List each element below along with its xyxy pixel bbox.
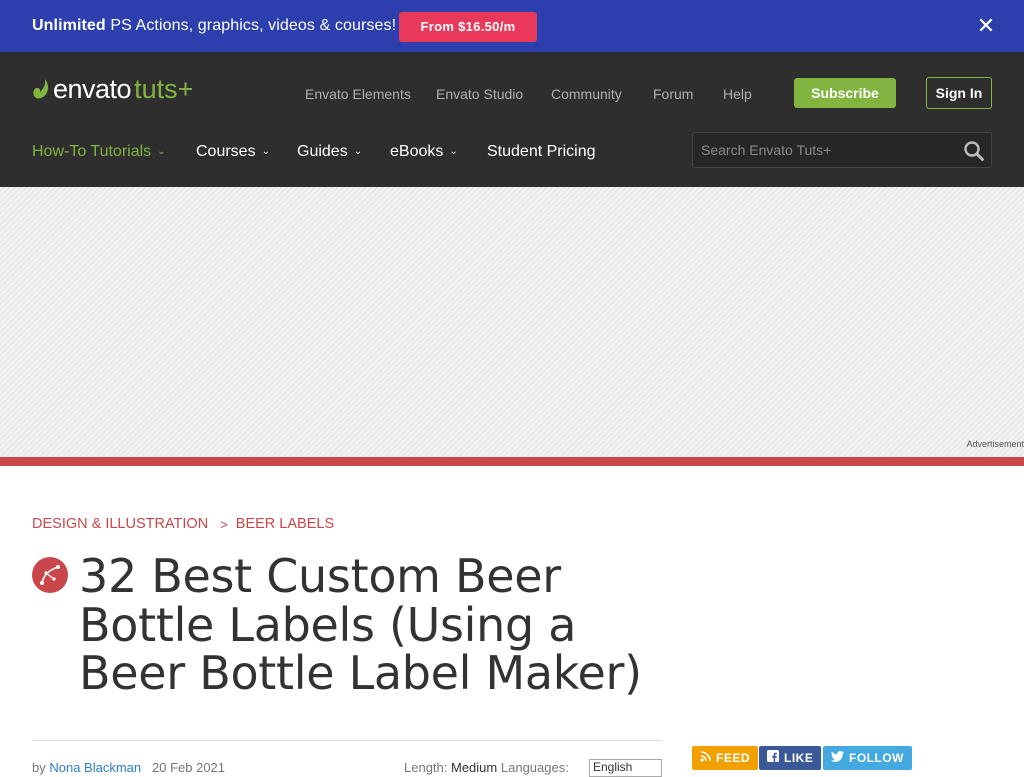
category-color-bar (0, 457, 1024, 466)
like-button[interactable]: LIKE (759, 746, 822, 770)
promo-text: Unlimited PS Actions, graphics, videos &… (32, 17, 397, 34)
nav-guides[interactable]: Guides ⌄ (297, 143, 362, 161)
follow-label: FOLLOW (849, 751, 904, 765)
nav-label: Guides (297, 143, 348, 160)
nav-how-to-tutorials[interactable]: How-To Tutorials ⌄ (32, 143, 166, 161)
feed-label: FEED (716, 751, 751, 765)
nav-label: Student Pricing (487, 143, 596, 160)
promo-pricing-button[interactable]: From $16.50/m (399, 12, 537, 42)
close-icon[interactable]: ✕ (976, 15, 996, 37)
nav-student-pricing[interactable]: Student Pricing (487, 143, 596, 161)
search-box (692, 132, 992, 168)
breadcrumb: Design & Illustration > Beer Labels (32, 516, 334, 532)
topnav-forum[interactable]: Forum (653, 86, 693, 102)
site-header: envato tuts+ Envato Elements Envato Stud… (0, 52, 1024, 187)
article-title: 32 Best Custom Beer Bottle Labels (Using… (79, 549, 642, 700)
breadcrumb-design-illustration[interactable]: Design & Illustration (32, 516, 208, 532)
topnav-community[interactable]: Community (551, 86, 622, 102)
nav-ebooks[interactable]: eBooks ⌄ (390, 143, 458, 161)
pen-tool-icon[interactable] (32, 557, 68, 593)
language-selected: English (593, 760, 633, 774)
advertisement-label: Advertisement (966, 439, 1024, 449)
chevron-down-icon: ⌄ (449, 145, 458, 157)
subscribe-button[interactable]: Subscribe (794, 78, 896, 108)
divider (32, 740, 662, 741)
topnav-help[interactable]: Help (723, 86, 752, 102)
topnav-envato-elements[interactable]: Envato Elements (305, 86, 411, 102)
feed-button[interactable]: FEED (692, 746, 759, 770)
chevron-down-icon: ⌄ (353, 145, 363, 157)
follow-button[interactable]: FOLLOW (823, 746, 912, 770)
logo-envato-text: envato (53, 74, 132, 104)
promo-banner: Unlimited PS Actions, graphics, videos &… (0, 0, 1024, 52)
nav-label: How-To Tutorials (32, 143, 152, 160)
nav-courses[interactable]: Courses ⌄ (196, 143, 270, 161)
nav-label: eBooks (390, 143, 444, 160)
advertisement-area[interactable]: Advertisement (0, 187, 1024, 457)
facebook-icon (767, 746, 779, 770)
rss-icon (700, 746, 711, 770)
like-label: LIKE (784, 751, 814, 765)
nav-label: Courses (196, 143, 256, 160)
chevron-down-icon: ⌄ (261, 145, 270, 157)
topnav-envato-studio[interactable]: Envato Studio (436, 86, 523, 102)
vector-curve-icon (40, 565, 60, 585)
search-icon[interactable] (963, 140, 985, 162)
twitter-icon (831, 746, 844, 770)
envato-tuts-logo[interactable]: envato tuts+ (32, 74, 194, 104)
language-select[interactable]: English (589, 759, 662, 777)
sign-in-button[interactable]: Sign In (926, 77, 992, 109)
chevron-down-icon: ⌄ (157, 145, 166, 157)
breadcrumb-separator-icon: > (220, 516, 228, 532)
leaf-icon (33, 79, 49, 99)
search-input[interactable] (701, 133, 951, 167)
logo-tuts-text: tuts+ (134, 74, 194, 104)
breadcrumb-beer-labels[interactable]: Beer Labels (236, 516, 334, 532)
